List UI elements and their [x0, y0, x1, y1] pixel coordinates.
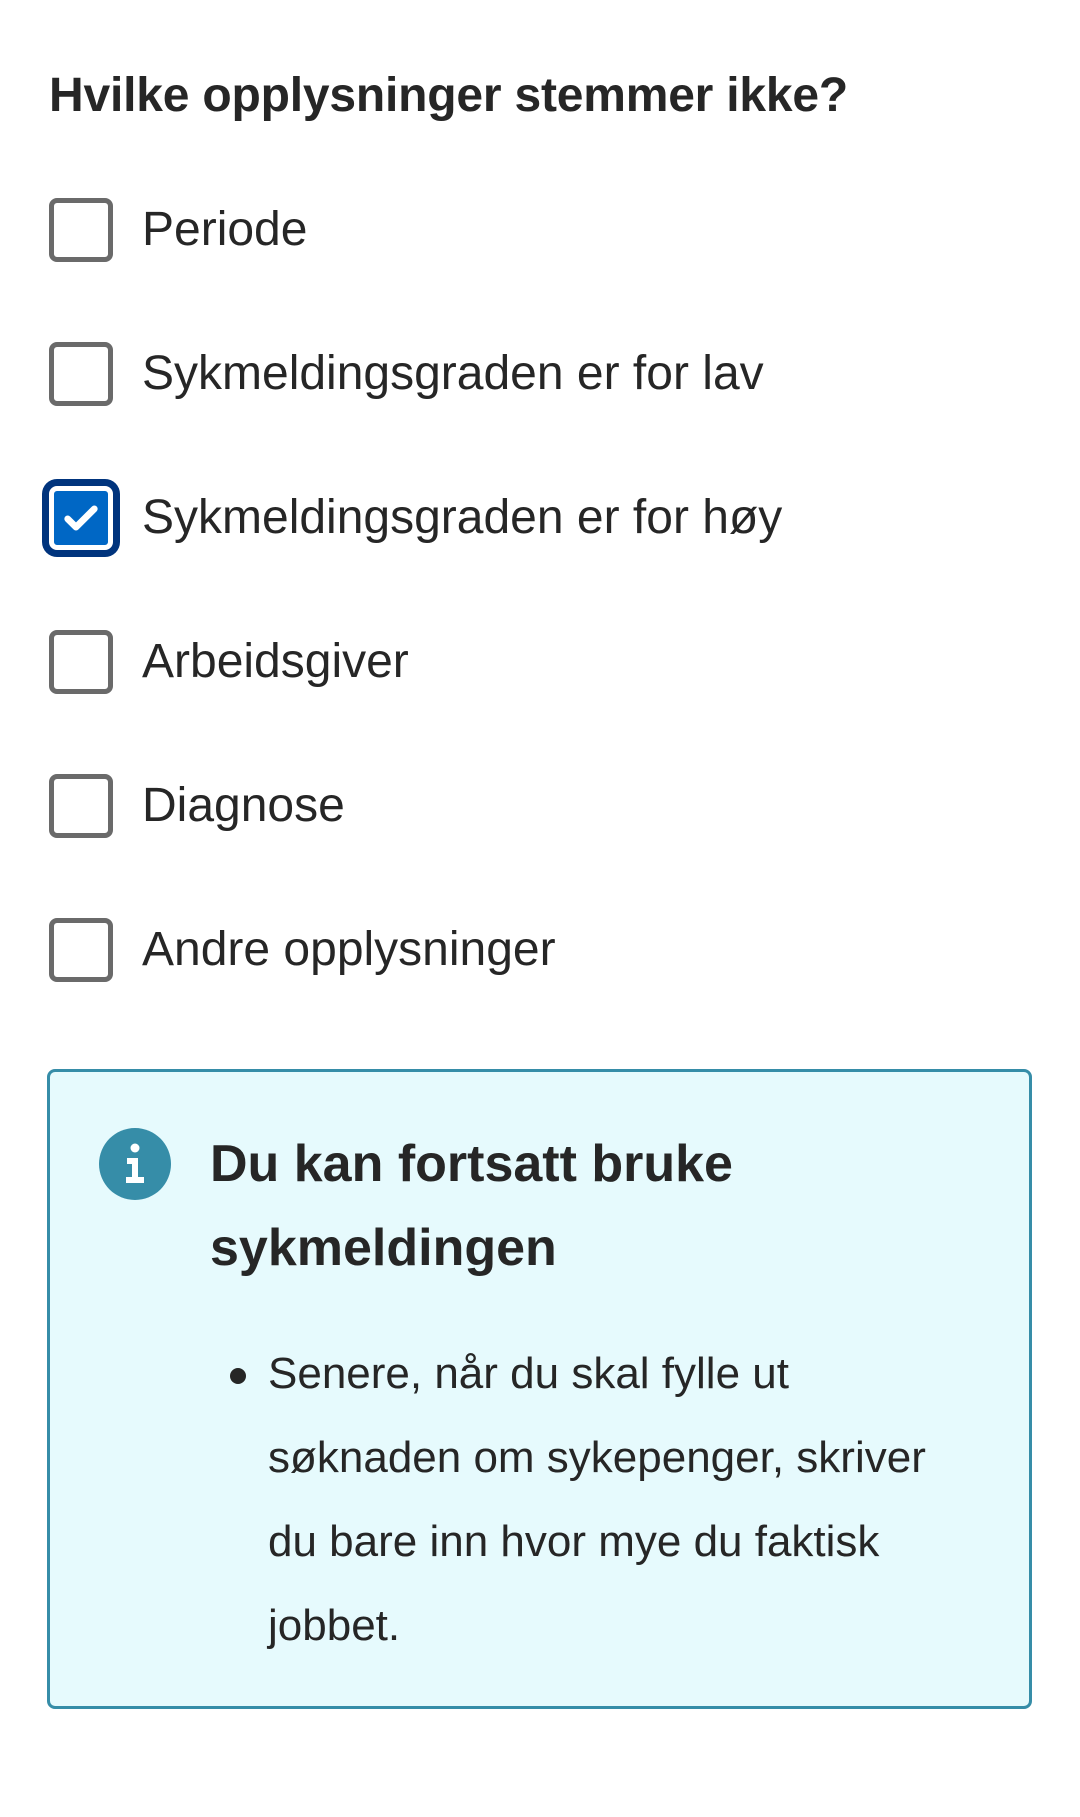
info-icon	[99, 1128, 171, 1200]
checkbox-diagnose[interactable]	[49, 774, 113, 838]
checkbox-option-arbeidsgiver[interactable]: Arbeidsgiver	[49, 622, 409, 702]
checkbox-option-periode[interactable]: Periode	[49, 190, 307, 270]
alert-content: Du kan fortsatt bruke sykmeldingen Sener…	[210, 1122, 970, 1668]
checkbox-label: Periode	[142, 203, 308, 256]
checkbox-label: Arbeidsgiver	[142, 635, 409, 688]
checkbox-option-diagnose[interactable]: Diagnose	[49, 766, 345, 846]
checkbox-label: Sykmeldingsgraden er for høy	[142, 491, 783, 544]
checkbox-option-sykmeldingsgraden-for-hoy[interactable]: Sykmeldingsgraden er for høy	[49, 478, 782, 558]
checkbox-andre-opplysninger[interactable]	[49, 918, 113, 982]
checkbox-periode[interactable]	[49, 198, 113, 262]
question-heading: Hvilke opplysninger stemmer ikke?	[49, 69, 849, 122]
bullet-icon	[230, 1368, 246, 1384]
question-fieldset: Hvilke opplysninger stemmer ikke? Period…	[49, 60, 1029, 982]
checkbox-option-andre-opplysninger[interactable]: Andre opplysninger	[49, 910, 556, 990]
checkbox-sykmeldingsgraden-for-lav[interactable]	[49, 342, 113, 406]
checkbox-option-sykmeldingsgraden-for-lav[interactable]: Sykmeldingsgraden er for lav	[49, 334, 764, 414]
checkbox-label: Sykmeldingsgraden er for lav	[142, 347, 764, 400]
info-alert: Du kan fortsatt bruke sykmeldingen Sener…	[47, 1069, 1032, 1709]
checkmark-icon	[64, 505, 98, 531]
checkbox-label: Andre opplysninger	[142, 923, 556, 976]
alert-list: Senere, når du skal fylle ut søknaden om…	[210, 1332, 970, 1668]
checkbox-label: Diagnose	[142, 779, 345, 832]
list-item: Senere, når du skal fylle ut søknaden om…	[230, 1332, 970, 1668]
list-item-text: Senere, når du skal fylle ut søknaden om…	[268, 1349, 926, 1650]
alert-title: Du kan fortsatt bruke sykmeldingen	[210, 1135, 733, 1277]
checkbox-sykmeldingsgraden-for-hoy[interactable]	[49, 486, 113, 550]
checkbox-arbeidsgiver[interactable]	[49, 630, 113, 694]
